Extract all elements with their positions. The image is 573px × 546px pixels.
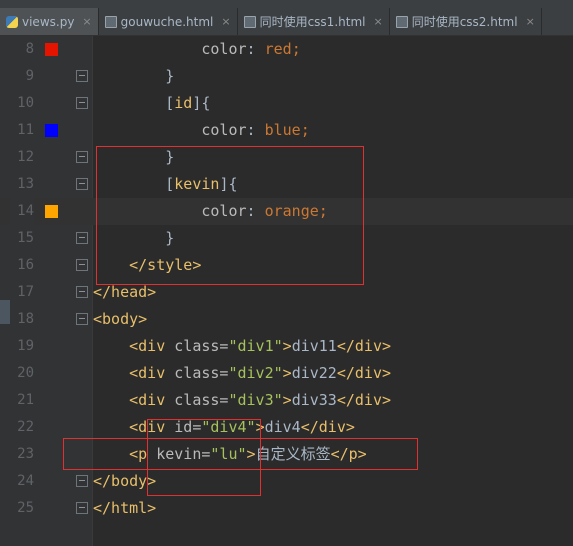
close-icon[interactable]: × — [373, 15, 382, 28]
code-text: <div class="div2">div22</div> — [129, 364, 392, 382]
close-icon[interactable]: × — [82, 15, 91, 28]
code-line[interactable]: 18 <body> — [0, 306, 573, 333]
tab-views-py[interactable]: views.py × — [0, 8, 99, 35]
code-text: <body> — [93, 310, 148, 328]
line-number: 21 — [17, 392, 34, 408]
line-number: 11 — [17, 122, 34, 138]
editor-tab-bar: views.py × gouwuche.html × 同时使用css1.html… — [0, 8, 573, 36]
code-text: color: blue; — [201, 121, 310, 139]
annotation-box-css-rule — [96, 146, 364, 285]
tab-label: views.py — [22, 14, 75, 29]
close-icon[interactable]: × — [526, 15, 535, 28]
color-swatch-icon[interactable] — [45, 43, 58, 56]
line-number: 17 — [17, 284, 34, 300]
code-line[interactable]: 19 <div class="div1">div11</div> — [0, 333, 573, 360]
fold-marker-icon[interactable] — [76, 259, 88, 271]
fold-marker-icon[interactable] — [76, 313, 88, 325]
line-number: 10 — [17, 95, 34, 111]
html-file-icon — [243, 15, 256, 28]
fold-marker-icon[interactable] — [76, 178, 88, 190]
fold-marker-icon[interactable] — [76, 286, 88, 298]
tab-css1-html[interactable]: 同时使用css1.html × — [238, 8, 390, 35]
code-line[interactable]: 25 </html> — [0, 495, 573, 522]
code-text: [id]{ — [165, 94, 211, 112]
fold-marker-icon[interactable] — [76, 151, 88, 163]
fold-marker-icon[interactable] — [76, 232, 88, 244]
fold-marker-icon[interactable] — [76, 475, 88, 487]
code-text: } — [165, 67, 175, 85]
python-file-icon — [6, 15, 18, 28]
code-line[interactable]: 11 color: blue; — [0, 117, 573, 144]
code-line[interactable]: 21 <div class="div3">div33</div> — [0, 387, 573, 414]
line-number: 13 — [17, 176, 34, 192]
code-text: </html> — [93, 499, 157, 517]
html-file-icon — [395, 15, 408, 28]
line-number: 24 — [17, 473, 34, 489]
code-line[interactable]: 10 [id]{ — [0, 90, 573, 117]
annotation-box-kevin-attr — [147, 419, 261, 496]
line-number: 22 — [17, 419, 34, 435]
code-line[interactable]: 20 <div class="div2">div22</div> — [0, 360, 573, 387]
tab-label: 同时使用css2.html — [411, 15, 518, 29]
code-text: <div class="div1">div11</div> — [129, 337, 392, 355]
tab-label: gouwuche.html — [120, 14, 214, 29]
fold-marker-icon[interactable] — [76, 502, 88, 514]
code-line[interactable]: 8 color: red; — [0, 36, 573, 63]
code-text: <div class="div3">div33</div> — [129, 391, 392, 409]
color-swatch-icon[interactable] — [45, 205, 58, 218]
line-number: 23 — [17, 446, 34, 462]
tab-label: 同时使用css1.html — [259, 15, 366, 29]
color-swatch-icon[interactable] — [45, 124, 58, 137]
line-number: 15 — [17, 230, 34, 246]
line-number: 9 — [25, 68, 34, 84]
line-number: 12 — [17, 149, 34, 165]
fold-marker-icon[interactable] — [76, 70, 88, 82]
close-icon[interactable]: × — [221, 15, 230, 28]
line-number: 20 — [17, 365, 34, 381]
line-number: 19 — [17, 338, 34, 354]
tab-gouwuche-html[interactable]: gouwuche.html × — [99, 8, 238, 35]
window-top-strip — [0, 0, 573, 8]
code-line[interactable]: 9 } — [0, 63, 573, 90]
tab-css2-html[interactable]: 同时使用css2.html × — [390, 8, 542, 35]
fold-marker-icon[interactable] — [76, 97, 88, 109]
line-number: 14 — [10, 198, 34, 225]
line-number: 8 — [25, 41, 34, 57]
line-number: 18 — [17, 311, 34, 327]
code-line[interactable]: 24 </body> — [0, 468, 573, 495]
code-text: color: red; — [201, 40, 301, 58]
line-number: 16 — [17, 257, 34, 273]
line-number: 25 — [17, 500, 34, 516]
html-file-icon — [104, 15, 117, 28]
code-line[interactable]: 22 <div id="div4">div4</div> — [0, 414, 573, 441]
